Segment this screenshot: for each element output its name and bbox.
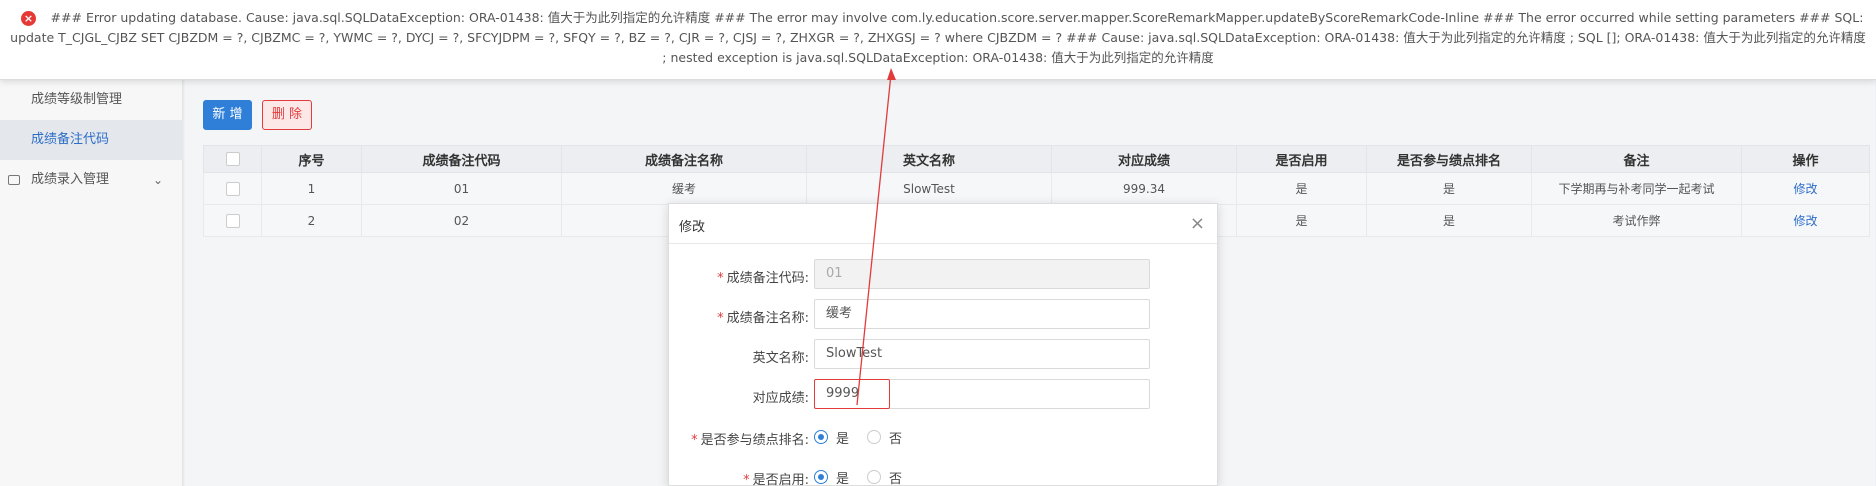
sidebar-item-grade-level[interactable]: 成绩等级制管理 [0,80,183,120]
english-name-input[interactable]: SlowTest [814,339,1150,369]
table-cell: 是 [1366,172,1532,205]
sidebar-item-label: 成绩等级制管理 [31,92,123,107]
sidebar: 成绩等级制管理 成绩备注代码 成绩录入管理 ⌄ [0,80,183,486]
name-label-text: 成绩备注名称: [726,311,809,326]
name-input[interactable]: 缓考 [814,299,1150,329]
column-header: 英文名称 [806,145,1052,173]
enabled-yes-label: 是 [836,472,850,486]
column-header: 操作 [1741,145,1870,173]
table-header-row: 序号 成绩备注代码 成绩备注名称 英文名称 对应成绩 是否启用 是否参与绩点排名… [203,145,1870,173]
row-select-cell[interactable] [203,204,262,237]
sidebar-item-score-remark-code[interactable]: 成绩备注代码 [0,120,183,160]
column-header: 是否参与绩点排名 [1366,145,1532,173]
row-checkbox[interactable] [225,181,240,196]
code-input[interactable]: 01 [814,259,1150,289]
error-notification: × ### Error updating database. Cause: ja… [0,0,1876,80]
enabled-label-text: 是否启用: [752,473,809,486]
table-cell: 2 [261,204,362,237]
select-all-cell[interactable] [203,145,262,173]
name-label: * 成绩备注名称: [717,311,809,326]
column-header: 序号 [261,145,362,173]
table-cell: 是 [1236,172,1367,205]
edit-link[interactable]: 修改 [1741,204,1870,237]
table-cell: 是 [1236,204,1367,237]
row-select-cell[interactable] [203,172,262,205]
row-checkbox[interactable] [225,213,240,228]
table-cell: 999.34 [1051,172,1237,205]
sidebar-item-score-entry[interactable]: 成绩录入管理 ⌄ [0,160,183,200]
table-cell: 1 [261,172,362,205]
table-cell: 01 [361,172,562,205]
score-input[interactable]: 9999 [814,379,890,409]
table-cell: SlowTest [806,172,1052,205]
enabled-yes-radio[interactable] [814,470,828,484]
table-row: 1 01 缓考 SlowTest 999.34 是 是 下学期再与补考同学一起考… [203,172,1870,205]
calendar-icon [8,175,20,185]
rank-yes-label: 是 [836,432,850,447]
modal-header: 修改 × [669,204,1217,244]
table-cell: 下学期再与补考同学一起考试 [1531,172,1742,205]
sidebar-item-label: 成绩备注代码 [31,132,110,147]
rank-no-label: 否 [889,432,903,447]
column-header: 是否启用 [1236,145,1367,173]
modal-title: 修改 [679,220,706,235]
rank-label-text: 是否参与绩点排名: [700,433,809,448]
close-icon[interactable]: × [1190,213,1205,234]
sidebar-item-label: 成绩录入管理 [31,172,110,187]
table-cell: 考试作弊 [1531,204,1742,237]
column-header: 成绩备注名称 [561,145,807,173]
code-label-text: 成绩备注代码: [726,271,809,286]
column-header: 成绩备注代码 [361,145,562,173]
chevron-down-icon: ⌄ [152,173,163,187]
table-cell: 02 [361,204,562,237]
enabled-label: * 是否启用: [743,473,809,486]
delete-button[interactable]: 删 除 [262,100,312,130]
add-button[interactable]: 新 增 [203,100,252,130]
enabled-no-label: 否 [889,472,903,486]
column-header: 备注 [1531,145,1742,173]
rank-yes-radio[interactable] [814,430,828,444]
english-name-label: 英文名称: [752,351,809,366]
column-header: 对应成绩 [1051,145,1237,173]
table-cell: 缓考 [561,172,807,205]
code-label: * 成绩备注代码: [717,271,809,286]
edit-link[interactable]: 修改 [1741,172,1870,205]
enabled-no-radio[interactable] [867,470,881,484]
table-cell: 是 [1366,204,1532,237]
rank-label: * 是否参与绩点排名: [691,433,809,448]
score-label: 对应成绩: [752,391,809,406]
select-all-checkbox[interactable] [225,152,240,166]
rank-no-radio[interactable] [867,430,881,444]
edit-modal: 修改 × * 成绩备注代码: 01 * 成绩备注名称: 缓考 英文名称: SlowT… [668,203,1218,486]
error-message: ### Error updating database. Cause: java… [10,10,1866,65]
